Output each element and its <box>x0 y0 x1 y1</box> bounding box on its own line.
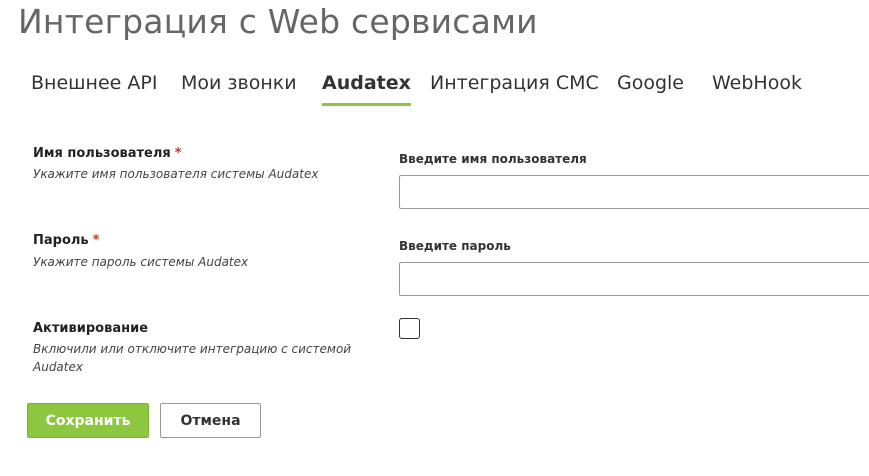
username-hint: Укажите имя пользователя системы Audatex <box>33 167 319 181</box>
activation-label: Активирование <box>33 321 149 336</box>
username-input[interactable] <box>399 175 869 209</box>
required-mark: * <box>92 233 100 248</box>
password-label-text: Пароль <box>33 233 89 248</box>
username-label: Имя пользователя * <box>33 146 182 161</box>
tab-google[interactable]: Google <box>617 68 684 104</box>
tab-sms-integration[interactable]: Интеграция СМС <box>430 68 599 104</box>
username-label-text: Имя пользователя <box>33 146 171 161</box>
password-label: Пароль * <box>33 233 99 248</box>
tab-webhook[interactable]: WebHook <box>712 68 802 104</box>
activation-hint: Включили или отключите интеграцию с сист… <box>33 342 352 374</box>
tab-my-calls[interactable]: Мои звонки <box>181 68 297 104</box>
save-button[interactable]: Сохранить <box>27 403 149 438</box>
username-caption: Введите имя пользователя <box>399 152 587 166</box>
page-title: Интеграция с Web сервисами <box>18 2 538 41</box>
tab-external-api[interactable]: Внешнее API <box>31 68 157 104</box>
required-mark: * <box>174 146 182 161</box>
cancel-button[interactable]: Отмена <box>160 403 261 438</box>
password-input[interactable] <box>399 262 869 296</box>
tab-audatex[interactable]: Audatex <box>322 68 411 106</box>
password-hint: Укажите пароль системы Audatex <box>33 255 249 269</box>
activation-checkbox[interactable] <box>399 318 420 339</box>
password-caption: Введите пароль <box>399 239 511 253</box>
tab-bar: Внешнее API Мои звонки Audatex Интеграци… <box>0 68 869 106</box>
